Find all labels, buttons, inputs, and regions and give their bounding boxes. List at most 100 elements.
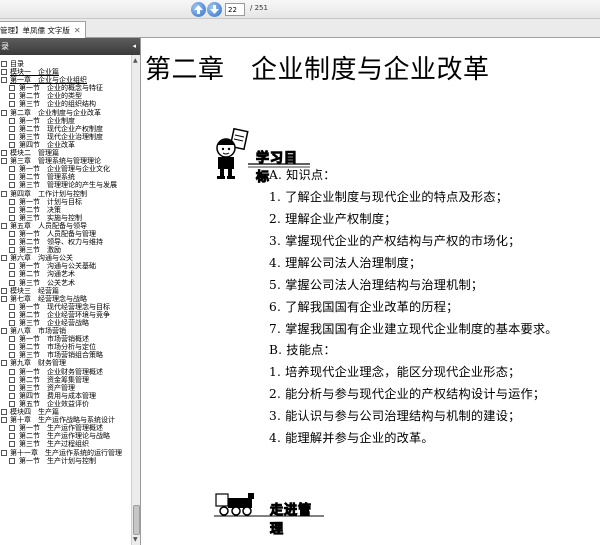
bookmark-label: 第九章 财务管理 — [10, 359, 66, 368]
bookmark-item[interactable]: 第四节 企业改革 — [0, 141, 131, 149]
bookmark-item[interactable]: 第十一章 生产运作系统的运行管理 — [0, 449, 131, 457]
bookmark-page-icon — [9, 457, 15, 464]
bookmark-item[interactable]: 第三节 公关艺术 — [0, 279, 131, 287]
bookmark-page-icon — [9, 392, 15, 399]
bookmark-page-icon — [1, 190, 7, 197]
bookmark-page-icon — [1, 61, 7, 67]
bookmark-item[interactable]: 第三节 生产过程组织 — [0, 440, 131, 448]
management-banner-text: 走进管理 — [270, 503, 313, 538]
bookmark-item[interactable]: 第一节 生产计划与控制 — [0, 457, 131, 465]
bookmark-item[interactable]: 第八章 市场营销 — [0, 327, 131, 335]
bookmark-item[interactable]: 第十章 生产运作战略与系统设计 — [0, 416, 131, 424]
previous-page-button[interactable] — [191, 2, 206, 17]
bookmark-label: 第三节 企业经营战略 — [19, 319, 89, 327]
arrow-up-icon — [194, 5, 203, 14]
bookmark-item[interactable]: 第三节 企业的组织结构 — [0, 100, 131, 108]
toolbar: / 251 — [0, 0, 600, 19]
bookmark-label: 第二节 决策 — [19, 205, 61, 214]
bookmark-page-icon — [9, 400, 15, 407]
bookmark-label: 第一节 现代经营理念与目标 — [19, 302, 110, 311]
scroll-thumb[interactable] — [133, 505, 140, 535]
bookmark-label: 第一节 计划与目标 — [19, 197, 82, 206]
bookmark-item[interactable]: 第九章 财务管理 — [0, 359, 131, 367]
bookmark-item[interactable]: 第四节 费用与成本管理 — [0, 392, 131, 400]
bookmark-page-icon — [1, 449, 7, 456]
bookmark-item[interactable]: 第七章 经营理念与战略 — [0, 295, 131, 303]
bookmark-item[interactable]: 第五节 企业效益评价 — [0, 400, 131, 408]
bookmark-page-icon — [9, 352, 15, 359]
bookmark-item[interactable]: 第二节 现代企业产权制度 — [0, 125, 131, 133]
bookmark-item[interactable]: 第一节 现代经营理念与目标 — [0, 303, 131, 311]
bookmark-item[interactable]: 模块四 生产篇 — [0, 408, 131, 416]
bookmark-item[interactable]: 第二节 决策 — [0, 206, 131, 214]
bookmark-item[interactable]: 第三节 现代企业治理制度 — [0, 133, 131, 141]
bookmark-item[interactable]: 第一节 人员配备与管理 — [0, 230, 131, 238]
next-page-button[interactable] — [207, 2, 222, 17]
bookmark-item[interactable]: 第三节 实施与控制 — [0, 214, 131, 222]
bookmark-item[interactable]: 第三节 企业经营战略 — [0, 319, 131, 327]
document-tab[interactable]: 管理】单凤儒 文字版 ✕ — [0, 21, 86, 38]
bookmark-page-icon — [1, 360, 7, 367]
bookmark-page-icon — [9, 85, 15, 92]
bookmark-item[interactable]: 目录 — [0, 60, 131, 68]
bookmark-label: 第三节 现代企业治理制度 — [19, 132, 103, 141]
bookmark-label: 第一节 生产计划与控制 — [19, 456, 96, 465]
scroll-down-icon[interactable]: ▼ — [133, 536, 138, 543]
bookmark-item[interactable]: 模块三 经营篇 — [0, 287, 131, 295]
document-page: 第二章 企业制度与企业改革 学习目标 A. 知识点： 1. 了解企业制度与现代企业… — [142, 38, 600, 545]
bookmark-label: 模块二 管理篇 — [10, 149, 59, 158]
bookmark-page-icon — [9, 117, 15, 124]
objective-line: 4. 能理解并参与企业的改革。 — [269, 431, 434, 445]
bookmark-label: 模块一 企业篇 — [10, 68, 59, 77]
bookmark-page-icon — [9, 214, 15, 221]
bookmark-label: 模块四 生产篇 — [10, 408, 59, 417]
bookmark-label: 第八章 市场营销 — [10, 327, 66, 336]
bookmark-item[interactable]: 第一节 企业财务管理概述 — [0, 368, 131, 376]
close-icon[interactable]: ✕ — [74, 26, 81, 35]
bookmark-page-icon — [9, 433, 15, 440]
bookmark-item[interactable]: 第三节 资产管理 — [0, 384, 131, 392]
objective-line: 3. 掌握现代企业的产权结构与产权的市场化； — [269, 234, 521, 248]
objective-line: 6. 了解我国国有企业改革的历程； — [269, 300, 459, 314]
bookmark-label: 第二节 领导、权力与维持 — [19, 238, 103, 247]
bookmark-item[interactable]: 模块二 管理篇 — [0, 149, 131, 157]
objective-line: B. 技能点： — [269, 343, 336, 357]
page-number-input[interactable] — [225, 3, 245, 16]
bookmark-label: 第二节 企业经营环境与竞争 — [19, 310, 110, 319]
objective-line: 7. 掌握我国国有企业建立现代企业制度的基本要求。 — [269, 322, 558, 336]
bookmark-item[interactable]: 第二节 沟通艺术 — [0, 270, 131, 278]
collapse-icon[interactable]: ◂ — [132, 38, 136, 55]
bookmark-label: 第五章 人员配备与领导 — [10, 221, 87, 230]
bookmark-page-icon — [9, 384, 15, 391]
bookmark-label: 第一节 企业财务管理概述 — [19, 367, 103, 376]
bookmark-item[interactable]: 第二节 领导、权力与维持 — [0, 238, 131, 246]
objective-line: 3. 能认识与参与公司治理结构与机制的建设； — [269, 409, 521, 423]
bookmark-page-icon — [9, 93, 15, 100]
bookmark-item[interactable]: 第二节 企业经营环境与竞争 — [0, 311, 131, 319]
bookmark-page-icon — [9, 344, 15, 351]
bookmark-label: 第二节 现代企业产权制度 — [19, 124, 103, 133]
bookmark-item[interactable]: 第二节 资金筹集管理 — [0, 376, 131, 384]
bookmark-item[interactable]: 第一节 计划与目标 — [0, 198, 131, 206]
bookmark-label: 第四节 企业改革 — [19, 140, 75, 149]
page-total: / 251 — [250, 4, 268, 12]
bookmark-label: 第一节 企业制度 — [19, 116, 75, 125]
bookmark-page-icon — [1, 222, 7, 229]
bookmark-item[interactable]: 第四章 工作计划与控制 — [0, 190, 131, 198]
scroll-up-icon[interactable]: ▲ — [133, 57, 138, 64]
scrollbar[interactable]: ▲ ▼ — [131, 55, 140, 545]
objective-line: 4. 理解公司法人治理制度； — [269, 256, 422, 270]
bookmark-page-icon — [9, 303, 15, 310]
bookmark-page-icon — [9, 141, 15, 148]
bookmark-item[interactable]: 模块一 企业篇 — [0, 68, 131, 76]
bookmark-item[interactable]: 第三节 管理理论的产生与发展 — [0, 181, 131, 189]
bookmark-page-icon — [9, 368, 15, 375]
bookmark-page-icon — [9, 311, 15, 318]
bookmark-item[interactable]: 第五章 人员配备与领导 — [0, 222, 131, 230]
bookmark-item[interactable]: 第一节 企业制度 — [0, 117, 131, 125]
bookmark-label: 第一节 人员配备与管理 — [19, 229, 96, 238]
bookmark-page-icon — [9, 125, 15, 132]
bookmark-item[interactable]: 第二章 企业制度与企业改革 — [0, 109, 131, 117]
bookmark-page-icon — [1, 150, 7, 157]
bookmark-item[interactable]: 第三章 管理系统与管理理论 — [0, 157, 131, 165]
